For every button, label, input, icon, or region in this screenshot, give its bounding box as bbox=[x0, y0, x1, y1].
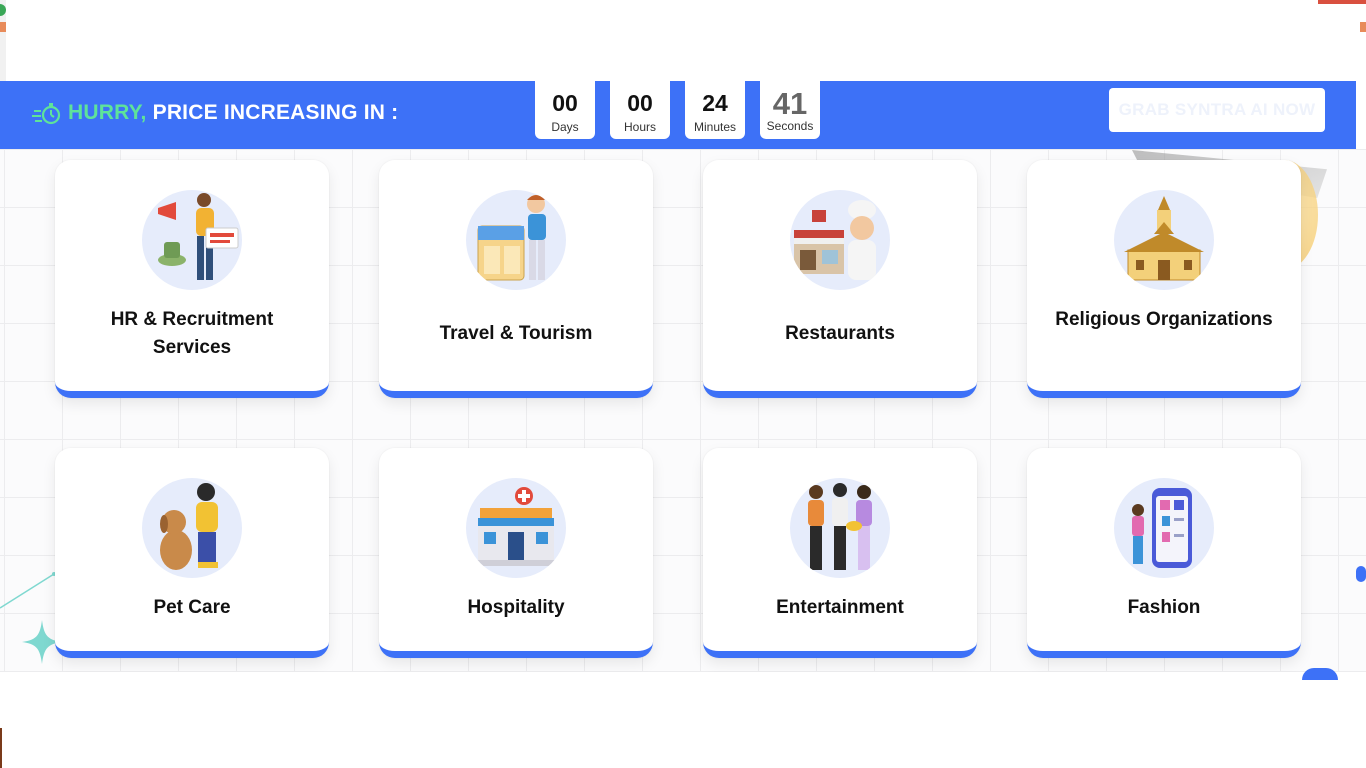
price-countdown-banner: HURRY, PRICE INCREASING IN : 00 Days 00 … bbox=[0, 81, 1356, 149]
musicians-icon bbox=[790, 478, 890, 578]
countdown-seconds-label: Seconds bbox=[766, 119, 814, 133]
countdown-days-label: Days bbox=[551, 120, 579, 134]
countdown-seconds: 41 Seconds bbox=[760, 81, 820, 139]
industry-title: Hospitality bbox=[467, 597, 565, 618]
industry-card-hospitality[interactable]: Hospitality bbox=[379, 448, 653, 658]
hiring-megaphone-icon bbox=[142, 190, 242, 290]
header-blank-area bbox=[6, 4, 1356, 80]
industry-title: HR & Recruitment Services bbox=[110, 309, 274, 358]
footer-blank-area bbox=[0, 672, 1362, 768]
countdown-minutes: 24 Minutes bbox=[685, 81, 745, 139]
industry-card-travel[interactable]: Travel & Tourism bbox=[379, 160, 653, 398]
hurry-message: HURRY, PRICE INCREASING IN : bbox=[32, 97, 398, 129]
travel-itinerary-icon bbox=[466, 190, 566, 290]
chef-restaurant-icon bbox=[790, 190, 890, 290]
decorative-line bbox=[0, 572, 56, 609]
hurry-label: HURRY, bbox=[68, 101, 147, 124]
price-increasing-label: PRICE INCREASING IN : bbox=[152, 101, 399, 124]
window-edge-bottom-left bbox=[0, 728, 2, 768]
industry-card-religious[interactable]: Religious Organizations bbox=[1027, 160, 1301, 398]
countdown-minutes-value: 24 bbox=[702, 90, 728, 116]
industry-title: Fashion bbox=[1127, 597, 1201, 618]
hospital-building-icon bbox=[466, 478, 566, 578]
industry-card-hr[interactable]: HR & Recruitment Services bbox=[55, 160, 329, 398]
grab-syntra-button[interactable]: GRAB SYNTRA AI NOW bbox=[1109, 88, 1325, 132]
industry-card-restaurants[interactable]: Restaurants bbox=[703, 160, 977, 398]
countdown-hours-label: Hours bbox=[623, 120, 656, 134]
industry-title: Restaurants bbox=[785, 323, 895, 344]
industry-card-entertainment[interactable]: Entertainment bbox=[703, 448, 977, 658]
countdown-minutes-label: Minutes bbox=[693, 120, 737, 134]
industry-card-pet-care[interactable]: Pet Care bbox=[55, 448, 329, 658]
countdown-hours: 00 Hours bbox=[610, 81, 670, 139]
industry-card-fashion[interactable]: Fashion bbox=[1027, 448, 1301, 658]
countdown-days: 00 Days bbox=[535, 81, 595, 139]
industry-title: Entertainment bbox=[776, 597, 904, 618]
stopwatch-icon bbox=[32, 103, 61, 125]
industry-title: Pet Care bbox=[153, 597, 231, 618]
chat-launcher-button[interactable] bbox=[1302, 668, 1338, 680]
fashion-shopping-app-icon bbox=[1114, 478, 1214, 578]
industry-title: Religious Organizations bbox=[1055, 309, 1273, 330]
countdown-hours-value: 00 bbox=[627, 90, 653, 116]
countdown-days-value: 00 bbox=[552, 90, 578, 116]
pet-dog-icon bbox=[142, 478, 242, 578]
industry-title: Travel & Tourism bbox=[439, 323, 593, 344]
countdown-seconds-value: 41 bbox=[772, 86, 808, 121]
church-icon bbox=[1114, 190, 1214, 290]
scroll-indicator[interactable] bbox=[1356, 566, 1366, 582]
window-edge-marker-right bbox=[1360, 22, 1366, 32]
